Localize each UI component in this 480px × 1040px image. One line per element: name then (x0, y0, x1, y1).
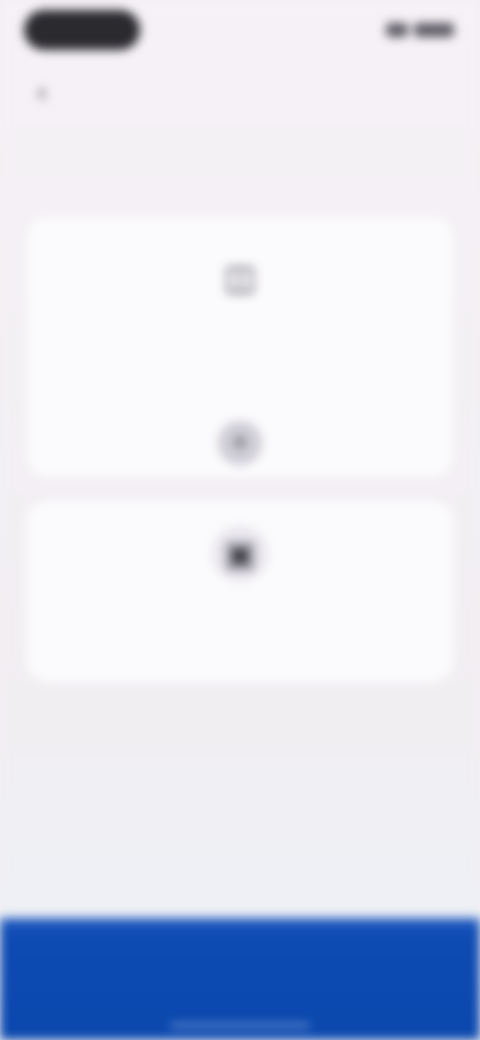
app-screen: ‹ ◫ + ▣ (0, 0, 480, 1040)
plus-icon[interactable]: + (218, 421, 262, 465)
primary-button[interactable] (0, 918, 480, 1028)
page-subtitle (60, 118, 420, 178)
card-icon: ◫ (223, 259, 257, 297)
scan-icon: ▣ (212, 526, 268, 582)
page-title (100, 72, 380, 112)
status-time-pill (24, 10, 140, 50)
signal-icon (386, 23, 408, 37)
header-action-button[interactable] (398, 72, 458, 112)
bottom-bar (0, 918, 480, 1040)
home-indicator (170, 1023, 310, 1028)
scan-card-option[interactable]: ▣ (26, 500, 454, 682)
header: ‹ (0, 64, 480, 118)
status-bar (0, 0, 480, 60)
add-card-option[interactable]: ◫ + (26, 216, 454, 478)
back-button[interactable]: ‹ (22, 72, 62, 112)
status-icons (386, 18, 454, 42)
battery-icon (414, 23, 454, 37)
chevron-left-icon: ‹ (37, 76, 47, 107)
